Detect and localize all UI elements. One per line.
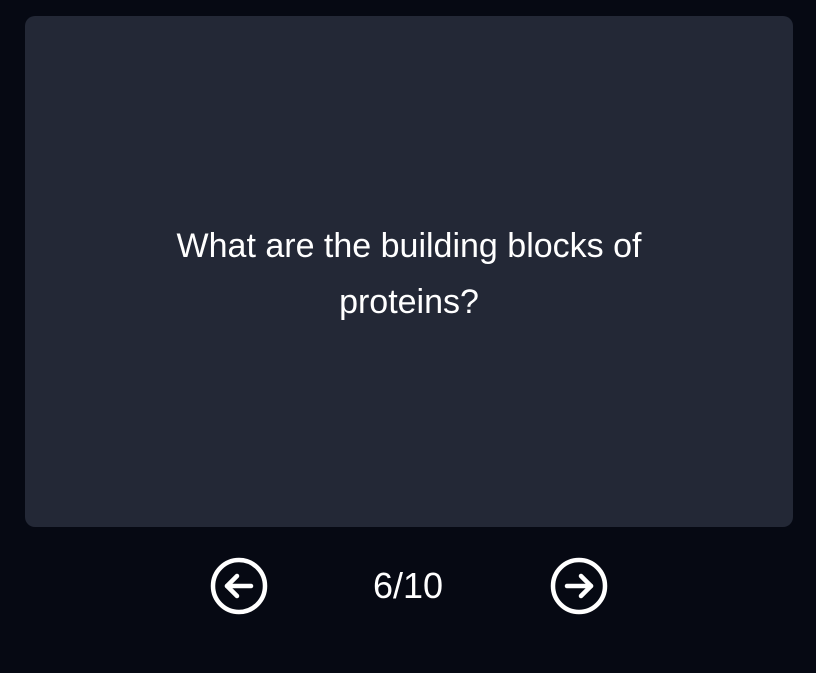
next-card-button[interactable]	[550, 557, 608, 615]
card-counter: 6/10	[372, 565, 444, 606]
flashcard-question: What are the building blocks of proteins…	[176, 226, 642, 321]
flashcard-navigation: 6/10	[0, 556, 816, 616]
arrow-right-circle-icon	[550, 557, 608, 615]
previous-card-button[interactable]	[210, 557, 268, 615]
flashcard[interactable]: What are the building blocks of proteins…	[25, 16, 793, 527]
arrow-left-circle-icon	[210, 557, 268, 615]
